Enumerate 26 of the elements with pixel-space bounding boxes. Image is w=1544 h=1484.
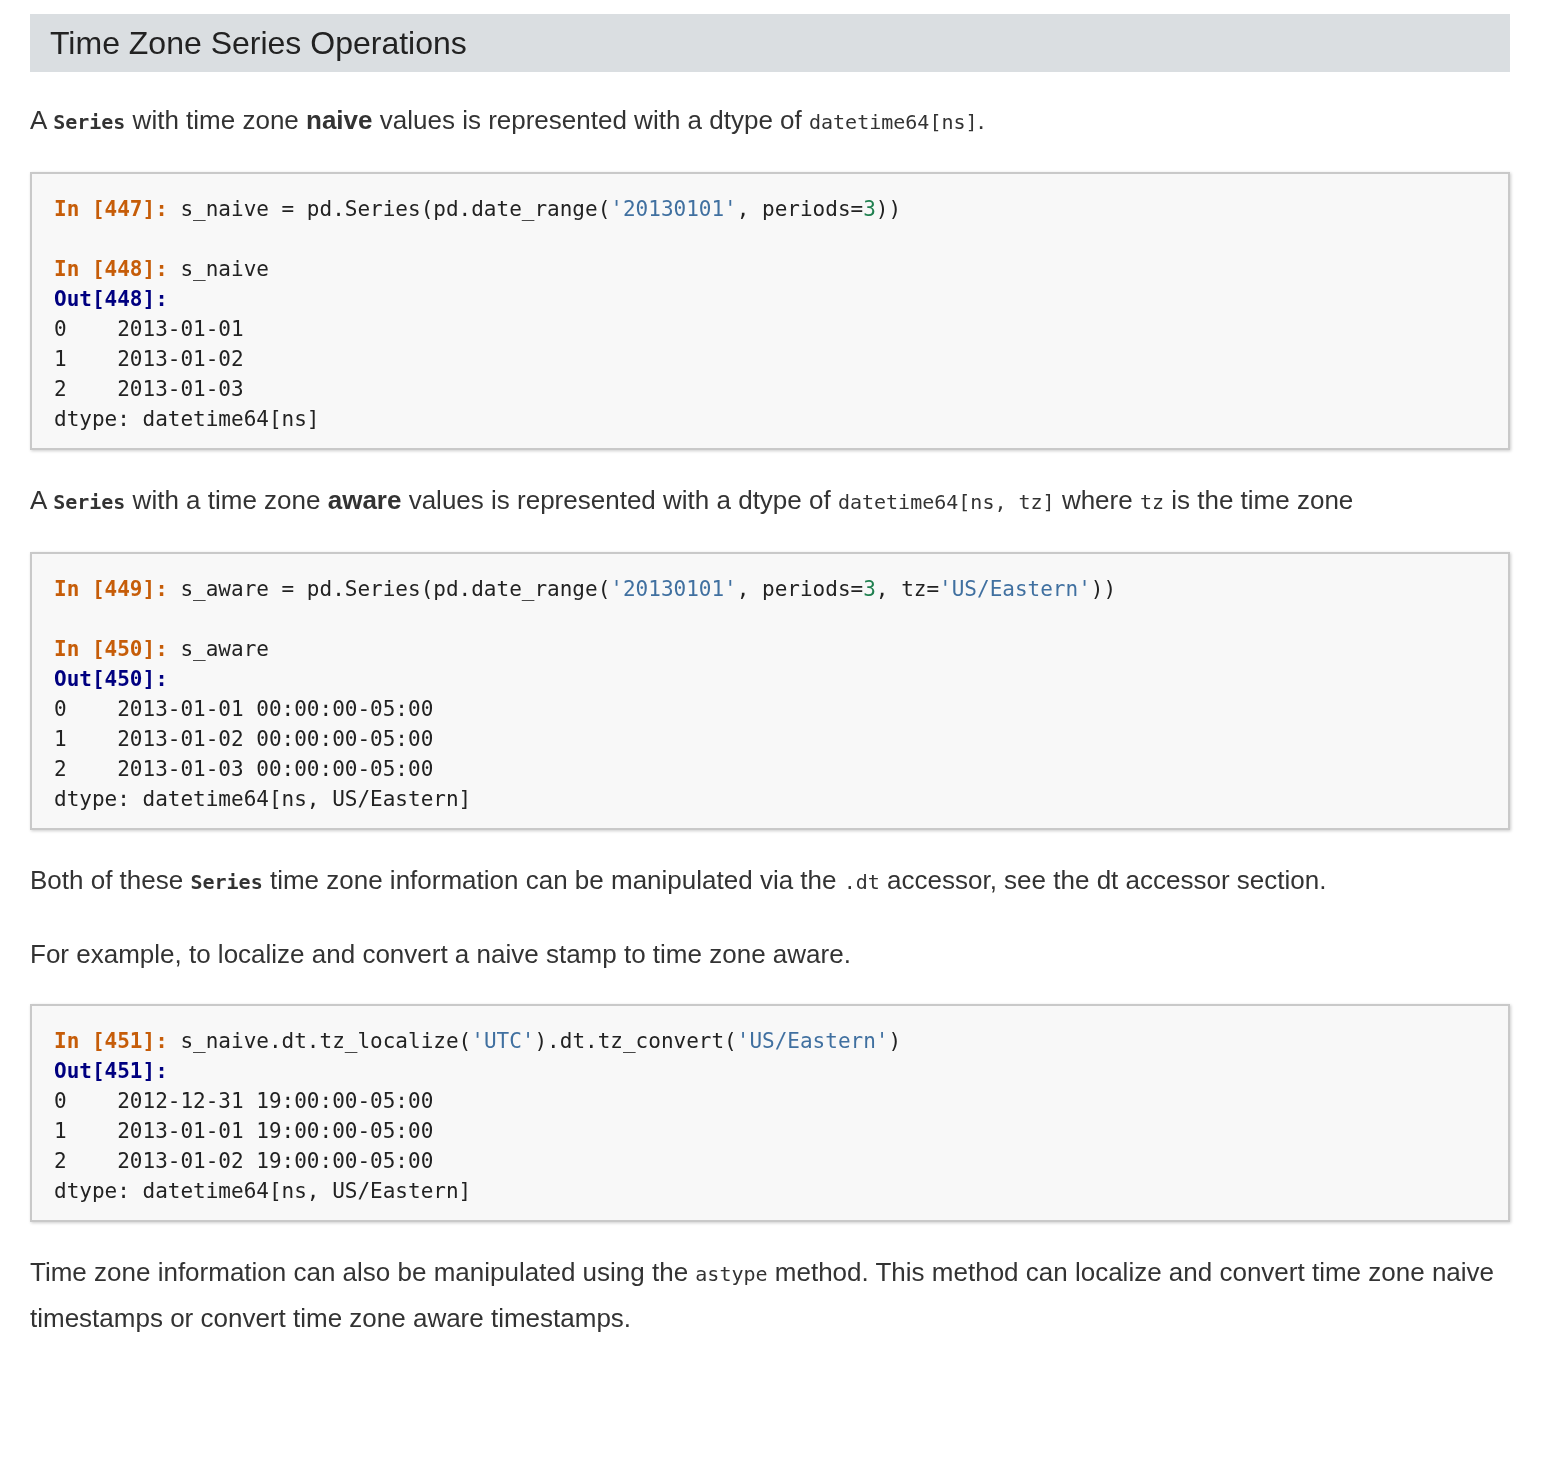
code-line: 1 2013-01-02 00:00:00-05:00 — [54, 727, 434, 752]
code-line: 0 2012-12-31 19:00:00-05:00 — [54, 1089, 434, 1114]
code-line: Out[450]: — [54, 667, 168, 692]
code-line: 2 2013-01-03 — [54, 377, 244, 402]
code-line: In [448]: s_naive — [54, 257, 269, 282]
paragraph: A Series with time zone naive values is represented with a dtype of datetime64[ns]. — [30, 104, 986, 138]
code-line: 2 2013-01-03 00:00:00-05:00 — [54, 757, 434, 782]
section-heading: Time Zone Series Operations — [30, 14, 1510, 73]
code-line: 0 2013-01-01 — [54, 317, 244, 342]
paragraph: For example, to localize and convert a naive stamp to time zone aware. — [30, 938, 852, 972]
paragraph: A Series with a time zone aware values is represented with a dtype of datetime64[ns, tz] where tz is the time zone — [30, 484, 1355, 518]
code-line: 1 2013-01-01 19:00:00-05:00 — [54, 1119, 434, 1144]
code-line: In [447]: s_naive = pd.Series(pd.date_range('20130101', periods=3)) — [54, 197, 902, 222]
code-line: 2 2013-01-02 19:00:00-05:00 — [54, 1149, 434, 1174]
paragraph: Both of these Series time zone information can be manipulated via the .dt accessor, see the dt accessor section. — [30, 864, 1328, 898]
code-line: dtype: datetime64[ns] — [54, 407, 320, 432]
code-line: 1 2013-01-02 — [54, 347, 244, 372]
code-line: In [449]: s_aware = pd.Series(pd.date_range('20130101', periods=3, tz='US/Eastern')) — [54, 577, 1117, 602]
code-line: Out[451]: — [54, 1059, 168, 1084]
code-line: dtype: datetime64[ns, US/Eastern] — [54, 787, 472, 812]
code-line: Out[448]: — [54, 287, 168, 312]
code-line: In [450]: s_aware — [54, 637, 269, 662]
code-line: In [451]: s_naive.dt.tz_localize('UTC').dt.tz_convert('US/Eastern') — [54, 1029, 902, 1054]
code-line: 0 2013-01-01 00:00:00-05:00 — [54, 697, 434, 722]
code-line: dtype: datetime64[ns, US/Eastern] — [54, 1179, 472, 1204]
paragraph: Time zone information can also be manipulated using the astype method. This method can localize and convert time zone naive timestamps or convert time zone aware timestamps. — [30, 1256, 1496, 1336]
